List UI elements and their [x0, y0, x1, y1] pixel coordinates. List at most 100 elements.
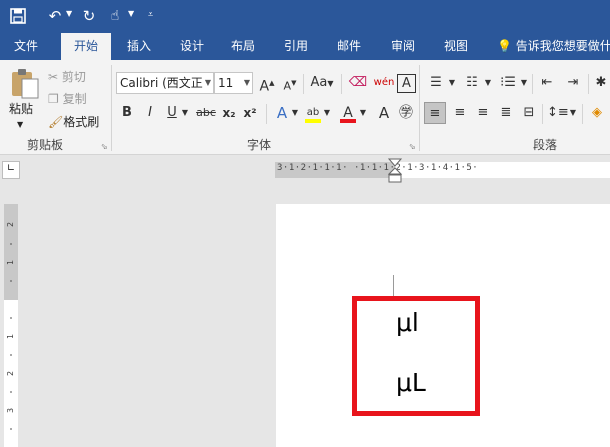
character-shading-icon[interactable]: A	[374, 102, 394, 124]
shading-icon[interactable]: ◈	[587, 102, 607, 124]
svg-text:1: 1	[6, 334, 15, 339]
separator	[588, 74, 589, 94]
tab-home[interactable]: 开始	[61, 33, 111, 60]
paste-button[interactable]: 粘贴	[9, 100, 33, 117]
highlight-dropdown-icon[interactable]: ▼	[322, 102, 332, 124]
underline-dropdown-icon[interactable]: ▼	[180, 102, 190, 124]
enclose-characters-icon[interactable]: ㊫	[396, 102, 416, 124]
separator	[266, 104, 267, 124]
format-painter-label: 格式刷	[63, 115, 100, 129]
tab-layout[interactable]: 布局	[221, 33, 265, 60]
svg-text:2: 2	[6, 371, 15, 376]
distributed-icon[interactable]: ⊟	[518, 102, 540, 124]
align-right-icon[interactable]: ≡	[472, 102, 494, 124]
clipboard-group-label: 剪贴板	[27, 138, 64, 152]
superscript-button[interactable]: x²	[241, 102, 259, 124]
grow-font-button[interactable]: A▲	[257, 72, 277, 95]
cut-button[interactable]: ✂ 剪切	[48, 68, 86, 85]
numbering-dropdown-icon[interactable]: ▼	[483, 72, 493, 94]
separator	[542, 104, 543, 124]
lightbulb-icon: 💡	[497, 39, 512, 53]
bullets-icon[interactable]: ☰	[425, 72, 447, 94]
horizontal-ruler[interactable]: 3·1·2·1·1·1· ·1·1·1·2·1·3·1·4·1·5·	[275, 158, 610, 183]
tab-mailings[interactable]: 邮件	[327, 33, 371, 60]
paste-dropdown-icon[interactable]: ▼	[17, 120, 23, 129]
phonetic-guide-icon[interactable]: wén	[373, 72, 395, 94]
font-size-dropdown-icon[interactable]: ▼	[244, 73, 250, 93]
italic-button[interactable]: I	[141, 102, 159, 124]
font-launcher-icon[interactable]: ⬂	[409, 142, 416, 151]
indent-marker-icon[interactable]	[388, 158, 402, 184]
ribbon: 粘贴 ▼ ✂ 剪切 ❐ 复制 🖌格式刷 剪贴板 ⬂ Calibri (西文正 ▼…	[0, 60, 610, 155]
bold-button[interactable]: B	[118, 102, 136, 124]
tab-file[interactable]: 文件	[4, 33, 48, 60]
text-boundary-mark	[393, 275, 394, 296]
line-spacing-icon[interactable]: ↕≡	[547, 102, 569, 124]
font-name-box[interactable]: Calibri (西文正 ▼	[116, 72, 214, 94]
clear-formatting-icon[interactable]: ⌫	[346, 72, 370, 94]
align-center-icon[interactable]: ≡	[449, 102, 471, 124]
line-spacing-dropdown-icon[interactable]: ▼	[568, 102, 578, 124]
numbering-icon[interactable]: ☷	[461, 72, 483, 94]
font-size-box[interactable]: 11 ▼	[214, 72, 253, 94]
separator	[303, 74, 304, 94]
ruler-marks: 3·1·2·1·1·1· ·1·1·1·2·1·3·1·4·1·5·	[277, 163, 479, 173]
tab-references[interactable]: 引用	[274, 33, 318, 60]
vertical-ruler-ticks: 2 1 1 2 3	[6, 222, 15, 430]
increase-indent-icon[interactable]: ⇥	[562, 72, 584, 94]
strikethrough-button[interactable]: abc	[194, 102, 218, 124]
underline-button[interactable]: U	[163, 102, 181, 124]
chinese-layout-icon[interactable]: ✱	[592, 72, 610, 94]
separator	[111, 65, 112, 151]
copy-button[interactable]: ❐ 复制	[48, 90, 87, 107]
undo-icon[interactable]: ↶	[46, 6, 64, 26]
bullets-dropdown-icon[interactable]: ▼	[447, 72, 457, 94]
clipboard-launcher-icon[interactable]: ⬂	[101, 142, 108, 151]
ruler-row: ∟ 3·1·2·1·1·1· ·1·1·1·2·1·3·1·4·1·5·	[0, 156, 610, 184]
cut-label: 剪切	[61, 70, 86, 84]
decrease-indent-icon[interactable]: ⇤	[536, 72, 558, 94]
highlight-box	[352, 296, 480, 416]
multilevel-dropdown-icon[interactable]: ▼	[519, 72, 529, 94]
tab-selector-icon[interactable]: ∟	[2, 161, 20, 179]
multilevel-list-icon[interactable]: ⁝☰	[497, 72, 519, 94]
character-border-icon[interactable]: A	[397, 74, 416, 93]
svg-text:1: 1	[6, 260, 15, 265]
font-color-icon[interactable]: A	[338, 102, 358, 124]
separator	[582, 104, 583, 124]
change-case-button[interactable]: Aa▼	[307, 72, 337, 94]
separator	[532, 74, 533, 94]
font-color-dropdown-icon[interactable]: ▼	[358, 102, 368, 124]
customize-icon[interactable]: ⩡	[148, 10, 153, 20]
shrink-font-button[interactable]: A▼	[280, 72, 300, 94]
tab-review[interactable]: 审阅	[381, 33, 425, 60]
touch-mode-icon[interactable]: ☝	[106, 6, 124, 26]
touch-dropdown-icon[interactable]: ▼	[128, 9, 134, 18]
copy-label: 复制	[62, 92, 87, 106]
paste-icon[interactable]	[8, 66, 40, 100]
font-name-dropdown-icon[interactable]: ▼	[205, 73, 211, 93]
tell-me-text: 告诉我您想要做什	[515, 39, 610, 53]
svg-text:3: 3	[6, 408, 15, 413]
justify-icon[interactable]: ≣	[495, 102, 517, 124]
redo-icon[interactable]: ↻	[80, 6, 98, 26]
font-size-value: 11	[218, 76, 234, 90]
subscript-button[interactable]: x₂	[220, 102, 238, 124]
format-painter-button[interactable]: 🖌格式刷	[48, 113, 99, 130]
tab-insert[interactable]: 插入	[117, 33, 161, 60]
ribbon-tabs: 文件 开始 插入 设计 布局 引用 邮件 审阅 视图 💡 告诉我您想要做什	[0, 33, 610, 60]
undo-dropdown-icon[interactable]: ▼	[66, 9, 72, 18]
tab-design[interactable]: 设计	[170, 33, 214, 60]
separator	[341, 74, 342, 94]
text-effects-dropdown-icon[interactable]: ▼	[290, 102, 300, 124]
highlight-color-icon[interactable]: ab	[303, 102, 323, 124]
vertical-ruler[interactable]: 2 1 1 2 3	[4, 204, 18, 447]
quick-access-toolbar: ↶ ▼ ↻ ☝ ▼ ⩡	[0, 0, 610, 33]
font-name-value: Calibri (西文正	[120, 76, 203, 90]
save-icon[interactable]	[8, 6, 28, 26]
tell-me-box[interactable]: 💡 告诉我您想要做什	[497, 33, 610, 60]
align-left-icon[interactable]: ≡	[424, 102, 446, 124]
copy-icon: ❐	[48, 92, 59, 106]
tab-view[interactable]: 视图	[434, 33, 478, 60]
separator	[419, 65, 420, 151]
